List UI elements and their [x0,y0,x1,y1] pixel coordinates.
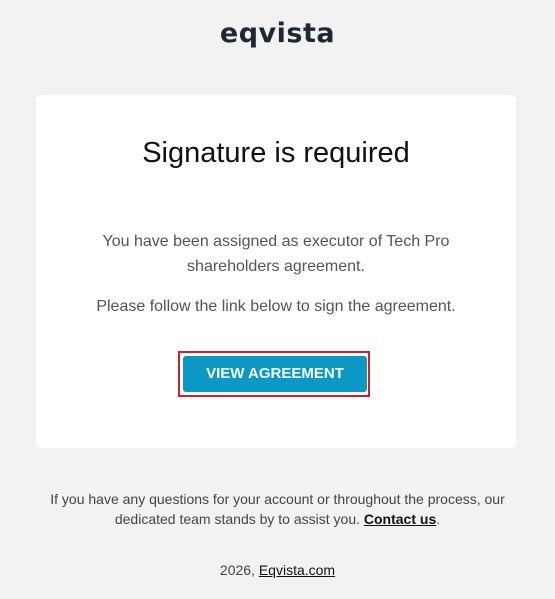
contact-us-link[interactable]: Contact us [364,511,436,527]
notification-card: Signature is required You have been assi… [36,95,516,448]
eqvista-site-link[interactable]: Eqvista.com [259,562,335,578]
copyright: 2026, Eqvista.com [0,562,555,578]
footer-period: . [436,511,441,527]
assignment-message: You have been assigned as executor of Te… [102,233,450,275]
card-title: Signature is required [142,137,410,169]
button-highlight-frame: VIEW AGREEMENT [178,351,370,397]
instruction-message: Please follow the link below to sign the… [96,298,456,315]
footer-help-text: If you have any questions for your accou… [30,489,525,529]
copyright-year: 2026, [219,562,255,578]
view-agreement-button[interactable]: VIEW AGREEMENT [183,356,367,392]
eqvista-logo: eqvista [219,18,336,49]
